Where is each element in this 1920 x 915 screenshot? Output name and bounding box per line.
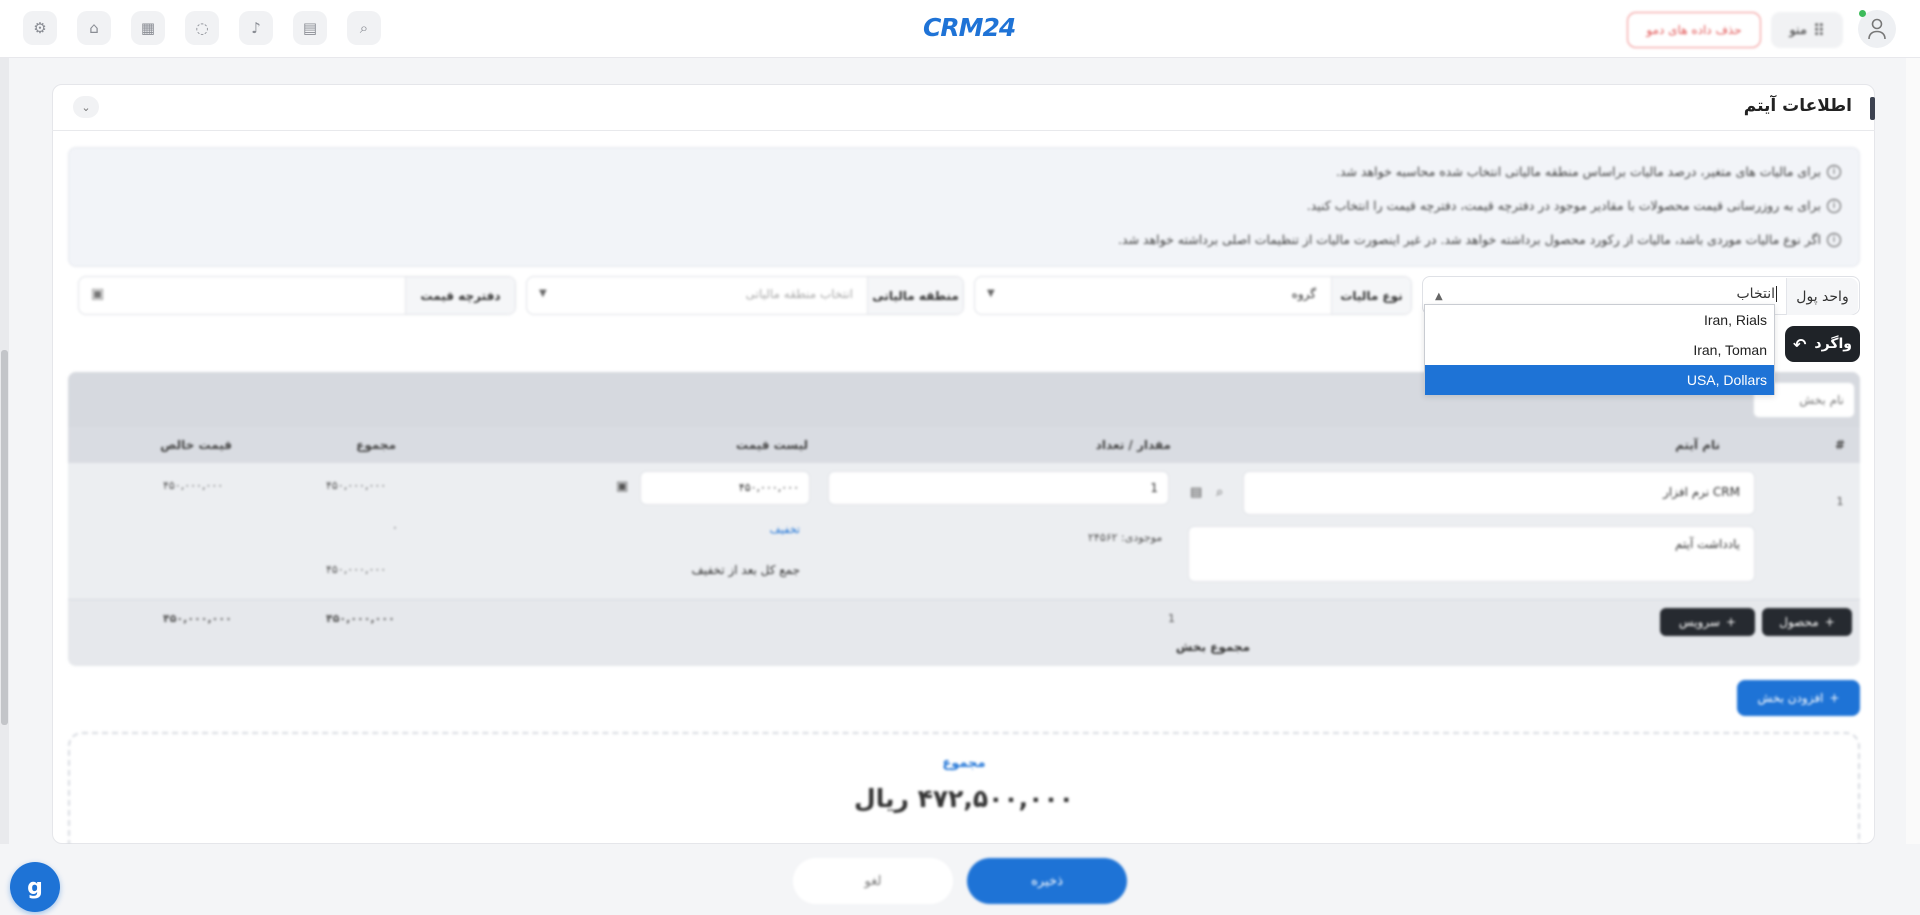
list-price-input[interactable]: ۴۵۰,۰۰۰,۰۰۰ <box>640 471 810 505</box>
tax-region-label: منطقه مالیاتی <box>867 277 963 314</box>
info-line: i برای مالیات های متغیر، درصد مالیات برا… <box>1336 164 1841 179</box>
stock-text: موجودی: ۲۴۵۶۲ <box>1088 531 1163 544</box>
total-label: مجموع <box>942 756 986 771</box>
col-net-price: قیمت خالص <box>68 427 244 463</box>
col-item-name: نام آیتم <box>1183 427 1820 463</box>
chat-icon[interactable]: ◌ <box>185 11 219 45</box>
title-accent <box>1870 97 1875 120</box>
price-book-label: دفترچه قیمت <box>405 277 515 314</box>
col-index: # <box>1820 427 1860 463</box>
after-discount-label: جمع کل بعد از تخفیف <box>691 563 800 577</box>
quantity-sum: 1 <box>1168 612 1175 625</box>
cancel-button[interactable]: لغو <box>793 858 953 904</box>
quantity-input[interactable]: 1 <box>828 471 1169 505</box>
chat-bubble-icon: g <box>27 874 43 900</box>
book-icon[interactable]: ▣ <box>91 286 104 302</box>
clipboard-icon[interactable]: ▤ <box>1190 485 1202 500</box>
collapse-chevron-icon[interactable]: ⌄ <box>73 96 99 118</box>
undo-label: واگرد <box>1814 336 1852 352</box>
currency-option[interactable]: Iran, Toman <box>1425 335 1774 365</box>
info-icon: i <box>1827 232 1841 247</box>
table-row: 1 نرم افزار CRM ⌕ ▤ یادداشت آیتم 1 موجود… <box>68 463 1860 599</box>
delete-demo-data-button[interactable]: حذف داده های دمو <box>1627 12 1761 48</box>
footer-net-total: ۴۵۰,۰۰۰,۰۰۰ <box>163 612 232 625</box>
items-table: نام بخش # نام آیتم مقدار / تعداد لیست قی… <box>68 372 1860 666</box>
info-icon: i <box>1827 198 1841 213</box>
support-chat-button[interactable]: g <box>10 862 60 912</box>
search-icon[interactable]: ⌕ <box>1216 485 1223 500</box>
save-button[interactable]: ذخیره <box>967 858 1127 904</box>
col-total: مجموع <box>244 427 408 463</box>
tax-region-select[interactable]: منطقه مالیاتی انتخاب منطقه مالیاتی ▼ <box>526 276 964 315</box>
bell-icon[interactable]: ♪ <box>239 11 273 45</box>
scrollbar-thumb[interactable] <box>1 350 8 725</box>
add-product-button[interactable]: محصول + <box>1762 608 1852 636</box>
undo-icon: ↶ <box>1793 334 1807 354</box>
user-icon <box>1868 18 1886 40</box>
online-status-dot <box>1859 10 1866 17</box>
chevron-down-icon: ▼ <box>539 288 547 299</box>
plus-icon: + <box>1726 615 1737 629</box>
settings-icon[interactable]: ⚙ <box>23 11 57 45</box>
currency-dropdown[interactable]: Iran, Rials Iran, Toman USA, Dollars <box>1424 304 1775 395</box>
app-logo[interactable]: CRM24 <box>923 13 1016 42</box>
info-box: i برای مالیات های متغیر، درصد مالیات برا… <box>68 147 1860 267</box>
currency-option-highlighted[interactable]: USA, Dollars <box>1425 365 1774 395</box>
info-line: i برای به روزرسانی قیمت محصولات با مقادی… <box>1307 198 1841 213</box>
search-icon[interactable]: ⌕ <box>347 11 381 45</box>
row-discount-value: ۰ <box>392 521 398 534</box>
add-service-button[interactable]: سرویس + <box>1660 608 1755 636</box>
discount-link[interactable]: تخفیف <box>770 523 800 536</box>
tax-type-select[interactable]: نوع مالیات گروه ▼ <box>974 276 1412 315</box>
left-scrollbar[interactable] <box>0 58 9 915</box>
calculator-icon[interactable]: ▣ <box>616 479 628 494</box>
clipboard-icon[interactable]: ▤ <box>293 11 327 45</box>
info-icon: i <box>1827 164 1841 179</box>
plus-icon: + <box>1829 691 1840 705</box>
divider <box>52 130 1875 131</box>
top-bar: ⚙ ⌂ ▦ ◌ ♪ ▤ ⌕ CRM24 حذف داده های دمو منو… <box>0 0 1920 58</box>
currency-label: واحد پول <box>1786 278 1858 315</box>
tax-type-value: گروه <box>1291 287 1316 301</box>
info-line: i اگر نوع مالیات موردی باشد، مالیات از ر… <box>1118 232 1841 247</box>
row-net-price: ۴۵۰,۰۰۰,۰۰۰ <box>163 479 224 492</box>
bottom-action-bar <box>0 844 1920 915</box>
row-after-discount-total: ۴۵۰,۰۰۰,۰۰۰ <box>326 563 387 576</box>
tax-type-label: نوع مالیات <box>1331 277 1411 314</box>
home-icon[interactable]: ⌂ <box>77 11 111 45</box>
currency-option[interactable]: Iran, Rials <box>1425 305 1774 335</box>
undo-button[interactable]: ↶ واگرد <box>1785 326 1860 362</box>
item-note-textarea[interactable]: یادداشت آیتم <box>1188 526 1755 582</box>
price-book-select[interactable]: دفترچه قیمت ▣ <box>78 276 516 315</box>
item-name-input[interactable]: نرم افزار CRM <box>1243 471 1755 515</box>
col-quantity: مقدار / تعداد <box>820 427 1183 463</box>
section-total-label: مجموع بخش <box>1175 640 1250 654</box>
calendar-icon[interactable]: ▦ <box>131 11 165 45</box>
tax-region-placeholder: انتخاب منطقه مالیاتی <box>745 287 853 301</box>
plus-icon: + <box>1824 615 1835 629</box>
menu-label: منو <box>1789 22 1807 38</box>
currency-select-value[interactable]: انتخاب <box>1737 286 1777 302</box>
caret-up-icon: ▲ <box>1435 291 1443 302</box>
grid-icon: ⠿ <box>1812 20 1825 40</box>
text-caret <box>1776 286 1777 302</box>
footer-total: ۴۵۰,۰۰۰,۰۰۰ <box>326 612 395 625</box>
col-list-price: لیست قیمت <box>408 427 820 463</box>
right-scrollbar[interactable] <box>1906 58 1920 915</box>
row-total: ۴۵۰,۰۰۰,۰۰۰ <box>326 479 387 492</box>
card-title: اطلاعات آیتم <box>1743 96 1852 116</box>
add-section-button[interactable]: افزودن بخش + <box>1737 680 1860 716</box>
menu-button[interactable]: منو ⠿ <box>1771 12 1843 48</box>
row-number: 1 <box>1836 495 1844 508</box>
total-amount: ۴۷۲,۵۰۰,۰۰۰ ریال <box>854 784 1074 813</box>
chevron-down-icon: ▼ <box>987 288 995 299</box>
section-footer: محصول + سرویس + 1 مجموع بخش ۴۵۰,۰۰۰,۰۰۰ ۴۵… <box>68 599 1860 666</box>
